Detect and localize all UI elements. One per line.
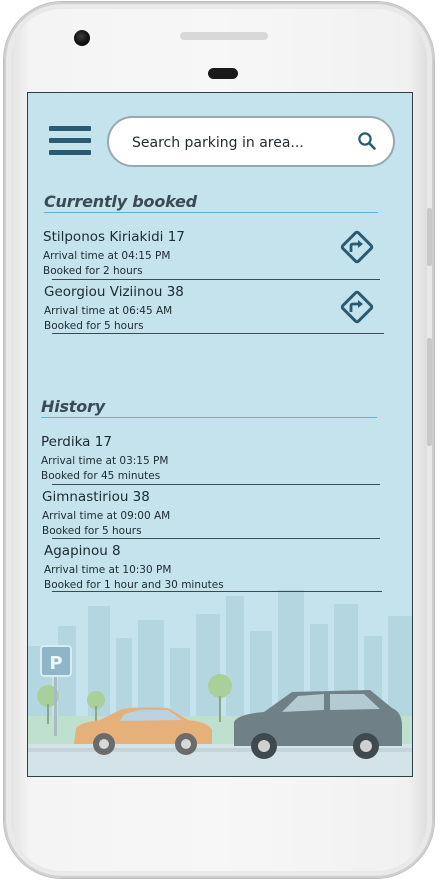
- currently-booked-heading: Currently booked: [44, 192, 197, 211]
- city-parking-illustration: P: [28, 590, 412, 776]
- history-item[interactable]: Gimnastiriou 38 Arrival time at 09:00 AM…: [42, 489, 362, 538]
- directions-icon[interactable]: [337, 227, 377, 267]
- history-duration: Booked for 5 hours: [42, 525, 142, 537]
- power-button: [427, 338, 432, 446]
- history-underline: [41, 417, 377, 418]
- search-input[interactable]: [130, 118, 354, 167]
- booking-arrival: Arrival time at 04:15 PM: [43, 250, 171, 262]
- booking-duration: Booked for 2 hours: [43, 265, 143, 277]
- search-icon[interactable]: [357, 131, 377, 151]
- volume-button: [427, 208, 432, 266]
- history-divider: [52, 484, 380, 485]
- booking-item[interactable]: Stilponos Kiriakidi 17 Arrival time at 0…: [43, 229, 323, 278]
- history-duration: Booked for 45 minutes: [41, 470, 161, 482]
- booking-duration: Booked for 5 hours: [44, 320, 144, 332]
- front-camera: [74, 30, 90, 46]
- history-street: Perdika 17: [41, 434, 112, 450]
- proximity-sensor: [208, 68, 238, 79]
- hamburger-menu-icon[interactable]: [49, 126, 91, 160]
- history-arrival: Arrival time at 09:00 AM: [42, 510, 171, 522]
- search-bar: [107, 116, 395, 167]
- app-screen: P Currently booked Stilponos Kiriakidi: [27, 92, 413, 777]
- booking-street: Georgiou Viziinou 38: [44, 284, 184, 300]
- booking-arrival: Arrival time at 06:45 AM: [44, 305, 173, 317]
- parking-sign-label: P: [49, 653, 62, 674]
- booking-street: Stilponos Kiriakidi 17: [43, 229, 185, 245]
- history-arrival: Arrival time at 03:15 PM: [41, 455, 169, 467]
- directions-icon[interactable]: [337, 287, 377, 327]
- history-item[interactable]: Agapinou 8 Arrival time at 10:30 PM Book…: [44, 543, 374, 592]
- history-divider: [52, 591, 382, 592]
- history-duration: Booked for 1 hour and 30 minutes: [44, 579, 224, 591]
- booking-divider: [52, 279, 380, 280]
- history-heading: History: [41, 397, 105, 416]
- earpiece-speaker: [180, 32, 268, 40]
- history-divider: [52, 538, 380, 539]
- currently-booked-underline: [44, 212, 378, 213]
- history-street: Agapinou 8: [44, 543, 121, 559]
- history-street: Gimnastiriou 38: [42, 489, 150, 505]
- booking-item[interactable]: Georgiou Viziinou 38 Arrival time at 06:…: [44, 284, 324, 333]
- history-arrival: Arrival time at 10:30 PM: [44, 564, 172, 576]
- booking-divider: [52, 333, 384, 334]
- history-item[interactable]: Perdika 17 Arrival time at 03:15 PM Book…: [41, 434, 361, 483]
